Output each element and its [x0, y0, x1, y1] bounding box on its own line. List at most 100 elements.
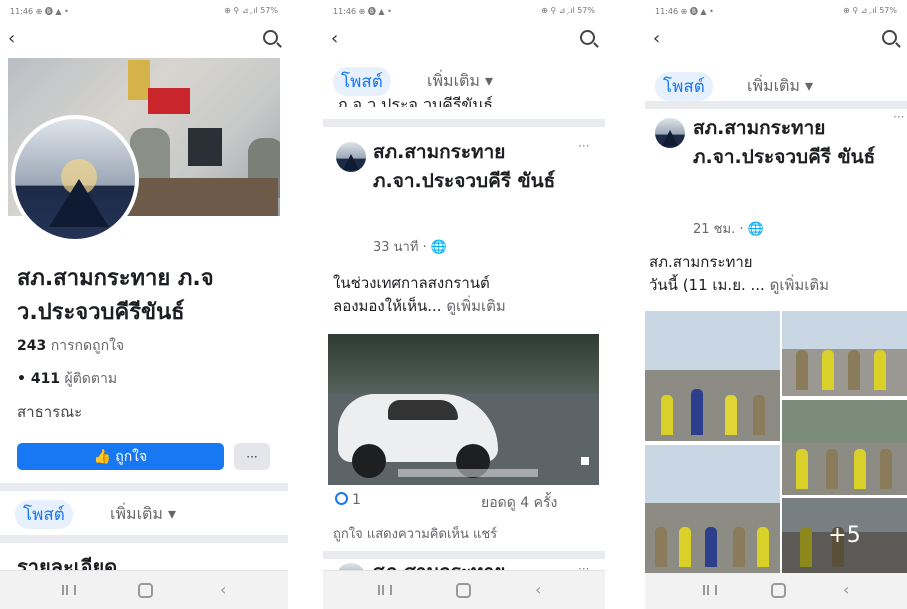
tab-posts[interactable]: โพสต์	[15, 500, 73, 529]
post-timestamp: 33 นาที · 🌐	[373, 240, 448, 255]
followers-count: 411	[30, 371, 61, 387]
speaker-icon[interactable]	[581, 457, 589, 465]
photo-person	[880, 449, 892, 489]
followers-stat[interactable]: • 411 ผู้ติดตาม	[17, 368, 117, 390]
post-text-line: วันนี้ (11 เม.ย. ... ดูเพิ่มเติม	[649, 274, 907, 297]
status-icons: ⊕ ⚲ ⊿ ᷊.ıl 57%	[541, 6, 595, 15]
profile-avatar[interactable]	[11, 115, 139, 243]
see-more-link[interactable]: ดูเพิ่มเติม	[446, 297, 505, 315]
post-photo[interactable]	[782, 311, 907, 396]
photo-person	[796, 350, 808, 390]
cover-monitor	[188, 128, 222, 166]
photo-person	[826, 449, 838, 489]
photo-person	[691, 389, 703, 435]
photo-sky	[782, 400, 907, 443]
recents-icon[interactable]	[703, 585, 717, 595]
video-caption-bar	[398, 469, 538, 477]
home-icon[interactable]	[771, 583, 786, 598]
home-icon[interactable]	[456, 583, 471, 598]
tab-posts[interactable]: โพสต์	[333, 67, 391, 96]
post-photo[interactable]	[782, 400, 907, 495]
photo-sky	[645, 311, 780, 370]
tab-more[interactable]: เพิ่มเติม ▾	[427, 69, 493, 94]
status-icons: ⊕ ⚲ ⊿ ᷊.ıl 57%	[843, 6, 897, 15]
back-nav-icon[interactable]: ‹	[220, 580, 226, 599]
post-actions[interactable]: ถูกใจ แสดงความคิดเห็น แชร์	[333, 523, 497, 544]
back-arrow-icon[interactable]: ‹	[653, 28, 660, 49]
photo-person	[822, 350, 834, 390]
page-title: สภ.สามกระทาย ภ.จ ว.ประจวบคีรีขันธ์	[17, 266, 214, 325]
photo-person	[757, 527, 769, 567]
divider	[645, 101, 907, 109]
search-icon[interactable]	[882, 30, 897, 45]
post-text-line: สภ.สามกระทาย	[649, 253, 753, 271]
post-photo[interactable]	[645, 445, 780, 573]
photo-person	[705, 527, 717, 567]
video-wheel	[352, 444, 386, 478]
system-nav-bar: ‹	[0, 570, 288, 609]
more-options-button[interactable]: ···	[234, 443, 270, 470]
post-menu-icon[interactable]: ···	[578, 139, 589, 153]
thumbs-up-icon: 👍	[93, 448, 112, 465]
photo-person	[848, 350, 860, 390]
divider	[0, 483, 288, 491]
see-more-link[interactable]: ดูเพิ่มเติม	[770, 276, 829, 294]
post-body: สภ.สามกระทาย วันนี้ (11 เม.ย. ... ดูเพิ่…	[649, 251, 907, 297]
post-text-line: ลองมองให้เห็น... ดูเพิ่มเติม	[333, 295, 598, 318]
post-author[interactable]: สภ.สามกระทาย ภ.จา.ประจวบคีรี ขันธ์	[693, 114, 883, 172]
divider	[323, 119, 605, 127]
search-icon[interactable]	[263, 30, 278, 45]
photo-person	[661, 395, 673, 435]
post-avatar[interactable]	[655, 118, 685, 148]
tab-posts[interactable]: โพสต์	[655, 72, 713, 101]
phone-panel-2: 11:46 ⊕ 🅑 ▲ • ⊕ ⚲ ⊿ ᷊.ıl 57% ‹ โพสต์ เพิ…	[323, 0, 605, 609]
photo-person	[874, 350, 886, 390]
home-icon[interactable]	[138, 583, 153, 598]
page-category: สาธารณะ	[17, 403, 83, 421]
post-text-line: ในช่วงเทศกาลสงกรานต์	[333, 274, 490, 292]
more-photos-overlay[interactable]: +5	[782, 498, 907, 573]
back-nav-icon[interactable]: ‹	[843, 580, 849, 599]
recents-icon[interactable]	[378, 585, 392, 595]
status-time: 11:46 ⊕ 🅑 ▲ •	[10, 7, 69, 16]
status-bar: 11:46 ⊕ 🅑 ▲ • ⊕ ⚲ ⊿ ᷊.ıl 57%	[333, 6, 595, 22]
post-photo[interactable]	[645, 311, 780, 441]
photo-sky	[782, 311, 907, 350]
post-author[interactable]: สภ.สามกระทาย ภ.จา.ประจวบคีรี ขันธ์	[373, 138, 563, 196]
followers-label: ผู้ติดตาม	[64, 371, 118, 387]
top-bar: ‹	[0, 26, 288, 56]
status-time: 11:46 ⊕ 🅑 ▲ •	[333, 7, 392, 16]
tab-more[interactable]: เพิ่มเติม ▾	[747, 74, 813, 99]
photo-person	[753, 395, 765, 435]
video-background	[328, 334, 599, 394]
photo-person	[679, 527, 691, 567]
status-icons: ⊕ ⚲ ⊿ ᷊.ıl 57%	[224, 6, 278, 15]
post-body: ในช่วงเทศกาลสงกรานต์ ลองมองให้เห็น... ดู…	[333, 272, 598, 318]
recents-icon[interactable]	[62, 585, 76, 595]
back-arrow-icon[interactable]: ‹	[8, 28, 15, 49]
search-icon[interactable]	[580, 30, 595, 45]
photo-person	[725, 395, 737, 435]
likes-count: 243	[17, 338, 47, 354]
view-count: ยอดดู 4 ครั้ง	[481, 495, 558, 511]
clipped-text: ภ.จ ว.ประจ วบคีรีขันธ์	[337, 95, 494, 107]
avatar-mountain	[49, 179, 109, 227]
top-bar: ‹	[323, 26, 605, 56]
photo-person	[733, 527, 745, 567]
back-arrow-icon[interactable]: ‹	[331, 28, 338, 49]
like-button[interactable]: 👍 ถูกใจ	[17, 443, 224, 470]
post-text-excerpt: ลองมองให้เห็น...	[333, 297, 442, 315]
likes-stat: 243 การกดถูกใจ	[17, 335, 124, 357]
top-bar: ‹	[645, 26, 907, 56]
reaction-number: 1	[352, 492, 361, 508]
post-video[interactable]	[328, 334, 599, 485]
post-menu-icon[interactable]: ···	[893, 110, 904, 124]
like-button-label: ถูกใจ	[115, 448, 148, 465]
reaction-count[interactable]: 1	[335, 492, 361, 508]
tab-more[interactable]: เพิ่มเติม ▾	[110, 502, 176, 527]
system-nav-bar: ‹	[645, 570, 907, 609]
cover-red-board	[148, 88, 190, 114]
cover-flag	[128, 60, 150, 100]
post-avatar[interactable]	[336, 142, 366, 172]
back-nav-icon[interactable]: ‹	[535, 580, 541, 599]
